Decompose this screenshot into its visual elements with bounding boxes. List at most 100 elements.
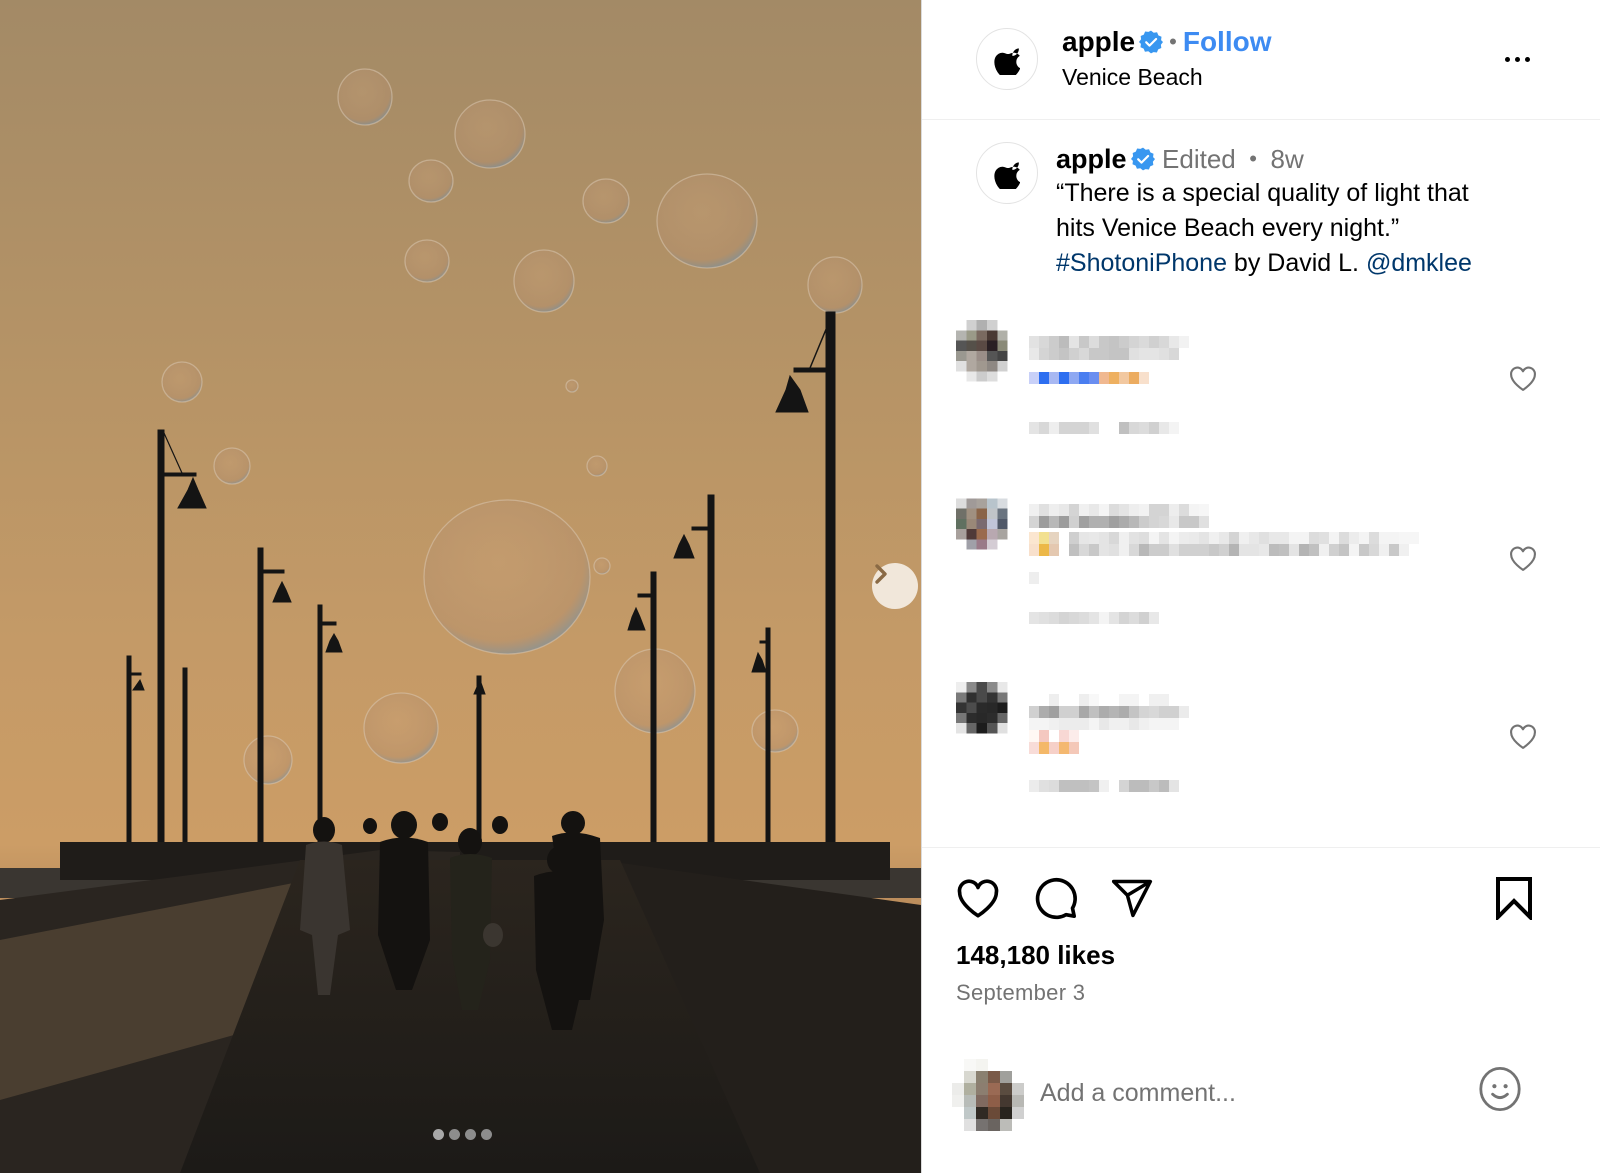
comment-item: [922, 318, 1600, 458]
bubble: [751, 709, 799, 753]
carousel-dot[interactable]: [433, 1129, 444, 1140]
heart-outline-icon: [1510, 366, 1536, 391]
carousel-next-button[interactable]: [872, 563, 918, 609]
paper-plane-icon: [1111, 879, 1153, 918]
lamp-head: [325, 632, 343, 653]
lamp-post: [157, 429, 165, 851]
lamp-head: [775, 374, 809, 413]
likes-count[interactable]: 148,180 likes: [956, 940, 1115, 971]
lamp-head: [473, 678, 486, 695]
bubble: [586, 455, 608, 477]
carousel-dot[interactable]: [449, 1129, 460, 1140]
caption-line: hits Venice Beach every night.”: [1056, 214, 1400, 242]
comment-bubble-icon: [1035, 877, 1077, 920]
lamp-post: [650, 571, 657, 848]
lamp-post: [707, 494, 715, 846]
lamp-head: [132, 678, 145, 691]
comment-meta-redacted: [1029, 780, 1179, 792]
bubble: [582, 178, 630, 224]
caption-username[interactable]: apple: [1056, 144, 1127, 174]
bubble: [807, 256, 863, 314]
lamp-post: [257, 547, 264, 849]
photo-scene: [0, 68, 921, 1173]
more-options-button[interactable]: [1497, 44, 1537, 74]
chevron-right-icon: [875, 564, 887, 584]
commenter-avatar[interactable]: [956, 488, 1018, 560]
add-comment-bar: [922, 1045, 1600, 1145]
lamp-post: [765, 627, 771, 849]
caption-line: “There is a special quality of light tha…: [1056, 179, 1469, 207]
emoji-picker-button[interactable]: [1475, 1065, 1525, 1115]
post-time-ago[interactable]: 8w: [1271, 144, 1304, 174]
follow-button[interactable]: Follow: [1183, 26, 1272, 57]
lamp-post: [825, 311, 836, 853]
add-comment-input[interactable]: [1040, 1073, 1460, 1113]
apple-logo-icon: [994, 48, 1020, 75]
author-avatar[interactable]: [976, 28, 1038, 90]
comment-like-button[interactable]: [1506, 720, 1540, 754]
bubble: [363, 692, 439, 764]
lamp-head: [272, 580, 292, 603]
bubble: [423, 499, 591, 655]
heart-outline-icon: [1510, 546, 1536, 571]
verified-badge-icon: [1139, 30, 1164, 54]
comment-like-button[interactable]: [1506, 362, 1540, 396]
lamp-post: [476, 675, 482, 847]
carousel-dot[interactable]: [481, 1129, 492, 1140]
carousel-dot[interactable]: [465, 1129, 476, 1140]
comment-username-redacted[interactable]: [1029, 504, 1209, 516]
lamp-post: [317, 604, 323, 846]
comment-like-button[interactable]: [1506, 542, 1540, 576]
bubble: [243, 735, 293, 785]
apple-logo-icon: [994, 162, 1020, 189]
post-photo[interactable]: [0, 0, 921, 1173]
comment-meta-redacted: [1029, 612, 1159, 624]
post-side-panel: apple • Follow Venice Beach apple Edited •…: [921, 0, 1600, 1173]
comment-text-redacted: [1029, 372, 1149, 384]
bubble: [404, 239, 450, 283]
comment-meta-redacted: [1029, 422, 1179, 434]
bubble: [593, 557, 611, 575]
bubbles: [161, 68, 863, 785]
post-location[interactable]: Venice Beach: [1062, 64, 1272, 91]
bubble: [213, 447, 251, 485]
lamp-post: [182, 667, 188, 847]
separator-dot: •: [1169, 29, 1177, 54]
commenter-avatar[interactable]: [956, 320, 1018, 392]
like-button[interactable]: [954, 874, 1002, 922]
post-header: apple • Follow Venice Beach: [922, 0, 1600, 120]
heart-outline-icon: [957, 879, 999, 918]
comment-username-redacted[interactable]: [1029, 336, 1189, 348]
lamp-head: [751, 651, 767, 673]
save-button[interactable]: [1490, 874, 1538, 922]
mention-link[interactable]: @dmklee: [1366, 249, 1472, 277]
more-horizontal-icon: [1504, 56, 1510, 62]
lamp-head: [177, 476, 207, 509]
carousel-indicator: [433, 1129, 492, 1140]
bubble: [337, 68, 393, 126]
bubble: [565, 379, 579, 393]
current-user-avatar: [952, 1059, 1024, 1131]
share-button[interactable]: [1108, 874, 1156, 922]
comment-item: [922, 486, 1600, 646]
comment-username-redacted[interactable]: [1029, 694, 1169, 706]
smiley-face-icon: [1479, 1066, 1521, 1112]
caption-author-avatar[interactable]: [976, 142, 1038, 204]
lamp-head: [627, 606, 646, 631]
caption-credit: by David L.: [1226, 249, 1366, 277]
author-username[interactable]: apple: [1062, 26, 1135, 57]
comment-text-redacted: [1029, 532, 1419, 544]
lamp-post: [126, 655, 132, 847]
bubble: [408, 159, 454, 203]
edited-label: Edited: [1162, 144, 1236, 174]
commenter-avatar[interactable]: [956, 682, 1018, 754]
bubble: [161, 361, 203, 403]
comment-button[interactable]: [1032, 874, 1080, 922]
bubble: [513, 249, 575, 313]
comment-item: [922, 680, 1600, 820]
separator-dot: •: [1249, 146, 1257, 171]
heart-outline-icon: [1510, 724, 1536, 749]
post-date: September 3: [956, 980, 1086, 1005]
bubble: [656, 173, 758, 269]
hashtag-link[interactable]: #ShotoniPhone: [1056, 249, 1227, 277]
